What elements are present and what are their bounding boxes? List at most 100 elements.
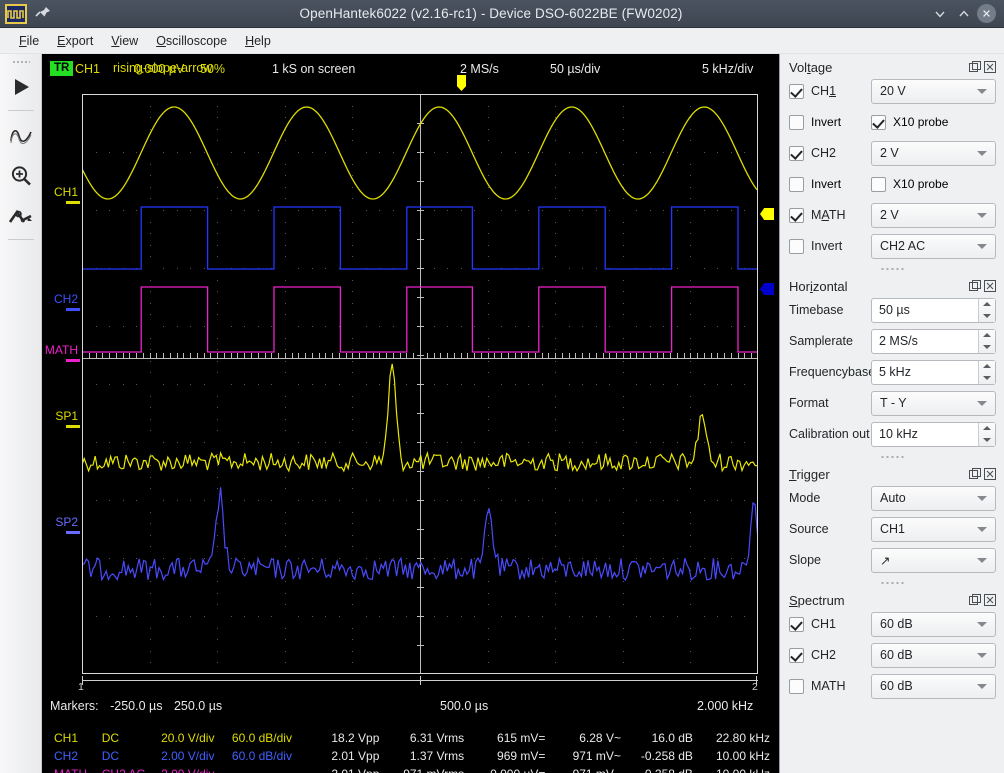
spectrum-magnitude-combo-2[interactable]: 60 dB xyxy=(871,673,996,699)
ruler-tick-center xyxy=(420,676,421,685)
channel-label-sp2: SP2 xyxy=(55,515,78,529)
spinner-down-button[interactable] xyxy=(979,372,995,384)
menu-help[interactable]: Help xyxy=(236,31,280,51)
trigger-label-0: Mode xyxy=(789,491,821,505)
channel-label-sp1: SP1 xyxy=(55,409,78,423)
ch2-probe-label: X10 probe xyxy=(893,177,949,191)
spinner-buttons[interactable] xyxy=(978,360,995,384)
right-offset-marker-ch2[interactable] xyxy=(760,283,774,295)
menu-file[interactable]: File xyxy=(10,31,48,51)
ch1-probe-checkbox[interactable] xyxy=(871,114,886,130)
spectrum-toggle-ch2[interactable]: CH2 xyxy=(789,647,871,663)
undock-icon[interactable] xyxy=(969,280,981,292)
channel-offset-marker-math[interactable] xyxy=(66,359,80,362)
horizontal-value-0: 50 µs xyxy=(879,303,910,317)
spinner-up-button[interactable] xyxy=(979,330,995,342)
run-stop-button[interactable] xyxy=(3,68,39,106)
ch1-gain-combo[interactable]: 20 V xyxy=(871,78,996,104)
close-box-icon[interactable] xyxy=(984,594,996,606)
spectrum-magnitude-combo-1[interactable]: 60 dB xyxy=(871,642,996,668)
menu-export[interactable]: Export xyxy=(48,31,102,51)
ch1-invert-toggle[interactable]: Invert xyxy=(789,114,871,130)
spectrum-toggle-math[interactable]: MATH xyxy=(789,678,871,694)
trigger-combo-2[interactable]: ↗ xyxy=(871,547,996,573)
horizontal-spinbox-1[interactable]: 2 MS/s xyxy=(871,328,996,354)
dock-splitter-1[interactable] xyxy=(789,264,996,273)
ch2-checkbox[interactable] xyxy=(789,145,804,161)
trigger-position-marker[interactable] xyxy=(457,75,466,91)
minimize-button[interactable] xyxy=(929,3,951,25)
menu-oscilloscope[interactable]: Oscilloscope xyxy=(147,31,236,51)
close-box-icon[interactable] xyxy=(984,61,996,73)
ch2-invert-checkbox[interactable] xyxy=(789,176,804,192)
ch1-probe-toggle[interactable]: X10 probe xyxy=(871,114,953,130)
cursor-measure-icon[interactable] xyxy=(3,197,39,235)
undock-icon[interactable] xyxy=(969,468,981,480)
undock-icon[interactable] xyxy=(969,61,981,73)
dock-splitter-2[interactable] xyxy=(789,452,996,461)
measurement-row: MATHCH2 AC2.00 V/div2.01 Vpp971 mVrms-0.… xyxy=(50,765,774,773)
channel-offset-marker-ch2[interactable] xyxy=(66,308,80,311)
waveform-plot[interactable] xyxy=(81,94,759,675)
chevron-down-icon xyxy=(977,243,987,249)
ch1-invert-checkbox[interactable] xyxy=(789,114,804,130)
measurement-dc: 969 mV= xyxy=(497,749,546,763)
magnifier-plus-icon[interactable] xyxy=(3,157,39,195)
spinner-down-button[interactable] xyxy=(979,434,995,446)
close-box-icon[interactable] xyxy=(984,280,996,292)
spinner-buttons[interactable] xyxy=(978,298,995,322)
spinner-up-button[interactable] xyxy=(979,361,995,373)
channel-offset-marker-sp1[interactable] xyxy=(66,425,80,428)
measurement-dbdiv: 60.0 dB/div xyxy=(231,731,292,745)
ch1-label: CH1 xyxy=(811,84,837,98)
math-invert-checkbox[interactable] xyxy=(789,238,804,254)
trigger-label-1: Source xyxy=(789,522,829,536)
spinner-up-button[interactable] xyxy=(979,299,995,311)
spectrum-toggle-ch1[interactable]: CH1 xyxy=(789,616,871,632)
right-offset-marker-ch1[interactable] xyxy=(760,208,774,220)
spectrum-magnitude-combo-0[interactable]: 60 dB xyxy=(871,611,996,637)
title-bar: OpenHantek6022 (v2.16-rc1) - Device DSO-… xyxy=(0,0,1004,28)
math-mode-combo[interactable]: CH2 AC xyxy=(871,233,996,259)
dock-splitter-3[interactable] xyxy=(789,578,996,587)
ch1-enable-toggle[interactable]: CH1 xyxy=(789,83,871,99)
channel-offset-marker-sp2[interactable] xyxy=(66,531,80,534)
undock-icon[interactable] xyxy=(969,594,981,606)
close-button[interactable] xyxy=(977,4,996,23)
ch2-invert-toggle[interactable]: Invert xyxy=(789,176,871,192)
ch2-gain-combo[interactable]: 2 V xyxy=(871,140,996,166)
math-enable-toggle[interactable]: MATH xyxy=(789,207,871,223)
horizontal-spinbox-2[interactable]: 5 kHz xyxy=(871,359,996,385)
channel-offset-marker-ch1[interactable] xyxy=(66,201,80,204)
maximize-button[interactable] xyxy=(953,3,975,25)
math-gain-combo[interactable]: 2 V xyxy=(871,202,996,228)
ch2-enable-toggle[interactable]: CH2 xyxy=(789,145,871,161)
menu-view[interactable]: View xyxy=(102,31,147,51)
measurement-vdiv: 20.0 V/div xyxy=(161,731,215,745)
ch2-probe-checkbox[interactable] xyxy=(871,176,886,192)
marker-ruler[interactable]: 1 2 xyxy=(78,676,758,693)
trigger-combo-0[interactable]: Auto xyxy=(871,485,996,511)
chevron-down-icon xyxy=(977,400,987,406)
ch2-probe-toggle[interactable]: X10 probe xyxy=(871,176,953,192)
pin-icon[interactable] xyxy=(33,4,53,24)
spinner-up-button[interactable] xyxy=(979,423,995,435)
trigger-combo-1[interactable]: CH1 xyxy=(871,516,996,542)
horizontal-spinbox-4[interactable]: 10 kHz xyxy=(871,421,996,447)
spinner-buttons[interactable] xyxy=(978,329,995,353)
horizontal-combo-3[interactable]: T - Y xyxy=(871,390,996,416)
spinner-down-button[interactable] xyxy=(979,341,995,353)
spinner-buttons[interactable] xyxy=(978,422,995,446)
spectrum-checkbox-1[interactable] xyxy=(789,647,804,663)
math-checkbox[interactable] xyxy=(789,207,804,223)
measurement-coupling: DC xyxy=(101,731,120,745)
spectrum-checkbox-0[interactable] xyxy=(789,616,804,632)
toolbar-grip[interactable] xyxy=(8,57,34,66)
spectrum-checkbox-2[interactable] xyxy=(789,678,804,694)
ch1-checkbox[interactable] xyxy=(789,83,804,99)
close-box-icon[interactable] xyxy=(984,468,996,480)
horizontal-spinbox-0[interactable]: 50 µs xyxy=(871,297,996,323)
sine-wave-icon[interactable] xyxy=(3,117,39,155)
spinner-down-button[interactable] xyxy=(979,310,995,322)
math-invert-toggle[interactable]: Invert xyxy=(789,238,871,254)
